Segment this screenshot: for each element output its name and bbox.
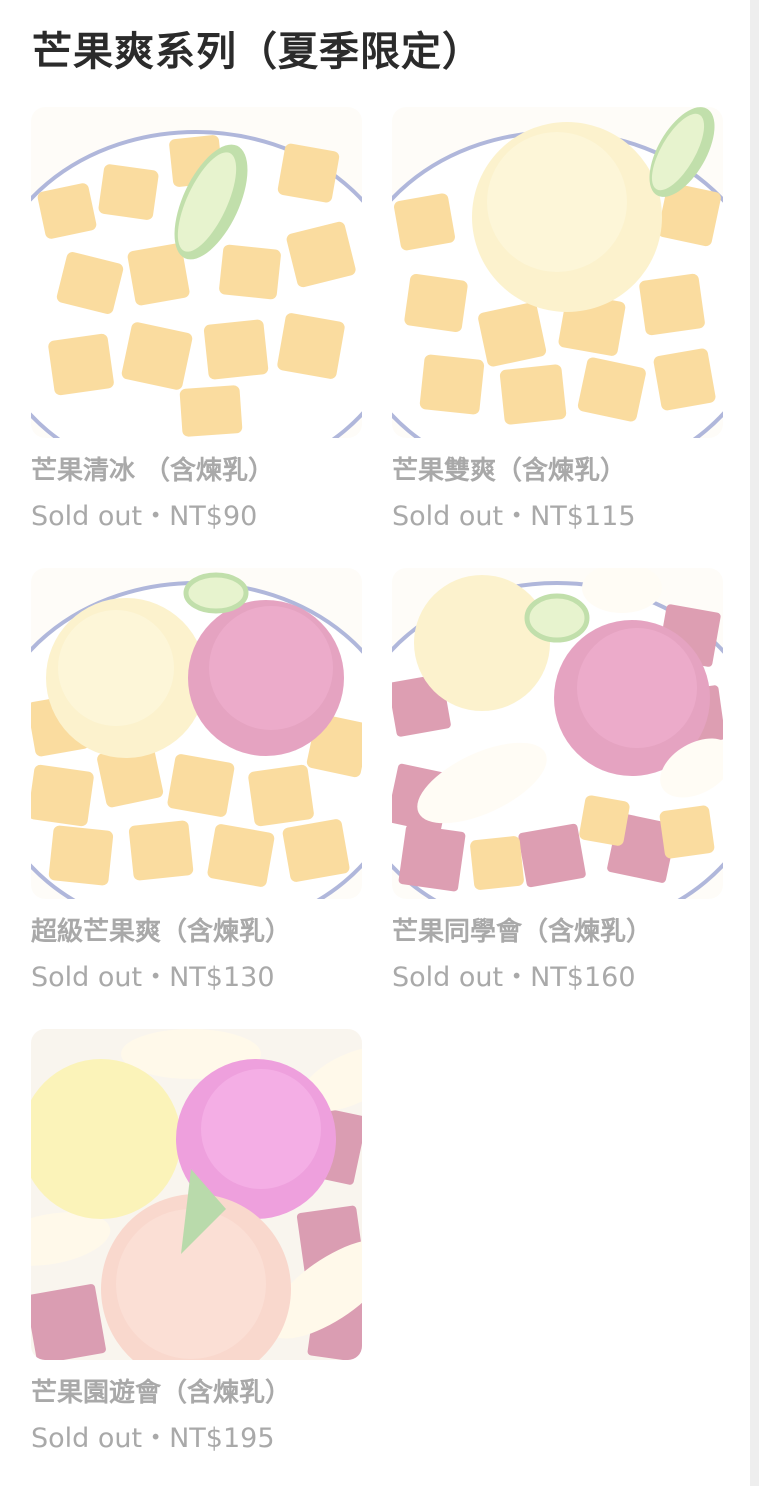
separator: ・ — [142, 962, 170, 993]
product-grid: 芒果清冰 （含煉乳） Sold out・NT$90 芒果雙爽（含煉乳） Sold… — [31, 107, 723, 1490]
product-image[interactable] — [31, 107, 362, 438]
separator: ・ — [142, 1423, 170, 1454]
product-meta: Sold out・NT$90 — [31, 500, 362, 534]
sold-out-label: Sold out — [31, 501, 143, 532]
scrollbar[interactable] — [750, 0, 759, 1486]
product-price: NT$115 — [530, 501, 636, 532]
sold-out-label: Sold out — [392, 962, 504, 993]
product-image[interactable] — [392, 568, 723, 899]
sold-out-label: Sold out — [31, 962, 143, 993]
sold-out-label: Sold out — [31, 1423, 143, 1454]
product-name: 芒果園遊會（含煉乳） — [31, 1378, 292, 1408]
product-price: NT$90 — [169, 501, 258, 532]
product-meta: Sold out・NT$195 — [31, 1422, 362, 1456]
product-name: 芒果清冰 （含煉乳） — [31, 456, 275, 486]
product-image[interactable] — [31, 1029, 362, 1360]
separator: ・ — [503, 501, 531, 532]
product-meta: Sold out・NT$160 — [392, 961, 723, 995]
product-price: NT$130 — [169, 962, 275, 993]
product-card[interactable]: 芒果雙爽（含煉乳） Sold out・NT$115 — [392, 107, 723, 568]
separator: ・ — [503, 962, 531, 993]
product-card[interactable]: 芒果清冰 （含煉乳） Sold out・NT$90 — [31, 107, 362, 568]
product-name: 芒果同學會（含煉乳） — [392, 917, 653, 947]
product-price: NT$160 — [530, 962, 636, 993]
product-price: NT$195 — [169, 1423, 275, 1454]
product-image[interactable] — [31, 568, 362, 899]
product-name: 芒果雙爽（含煉乳） — [392, 456, 627, 486]
sold-out-label: Sold out — [392, 501, 504, 532]
product-card[interactable]: 芒果同學會（含煉乳） Sold out・NT$160 — [392, 568, 723, 1029]
product-meta: Sold out・NT$115 — [392, 500, 723, 534]
product-meta: Sold out・NT$130 — [31, 961, 362, 995]
product-image[interactable] — [392, 107, 723, 438]
product-name: 超級芒果爽（含煉乳） — [31, 917, 292, 947]
product-card[interactable]: 芒果園遊會（含煉乳） Sold out・NT$195 — [31, 1029, 362, 1490]
product-card[interactable]: 超級芒果爽（含煉乳） Sold out・NT$130 — [31, 568, 362, 1029]
separator: ・ — [142, 501, 170, 532]
section-title: 芒果爽系列（夏季限定） — [32, 29, 483, 75]
